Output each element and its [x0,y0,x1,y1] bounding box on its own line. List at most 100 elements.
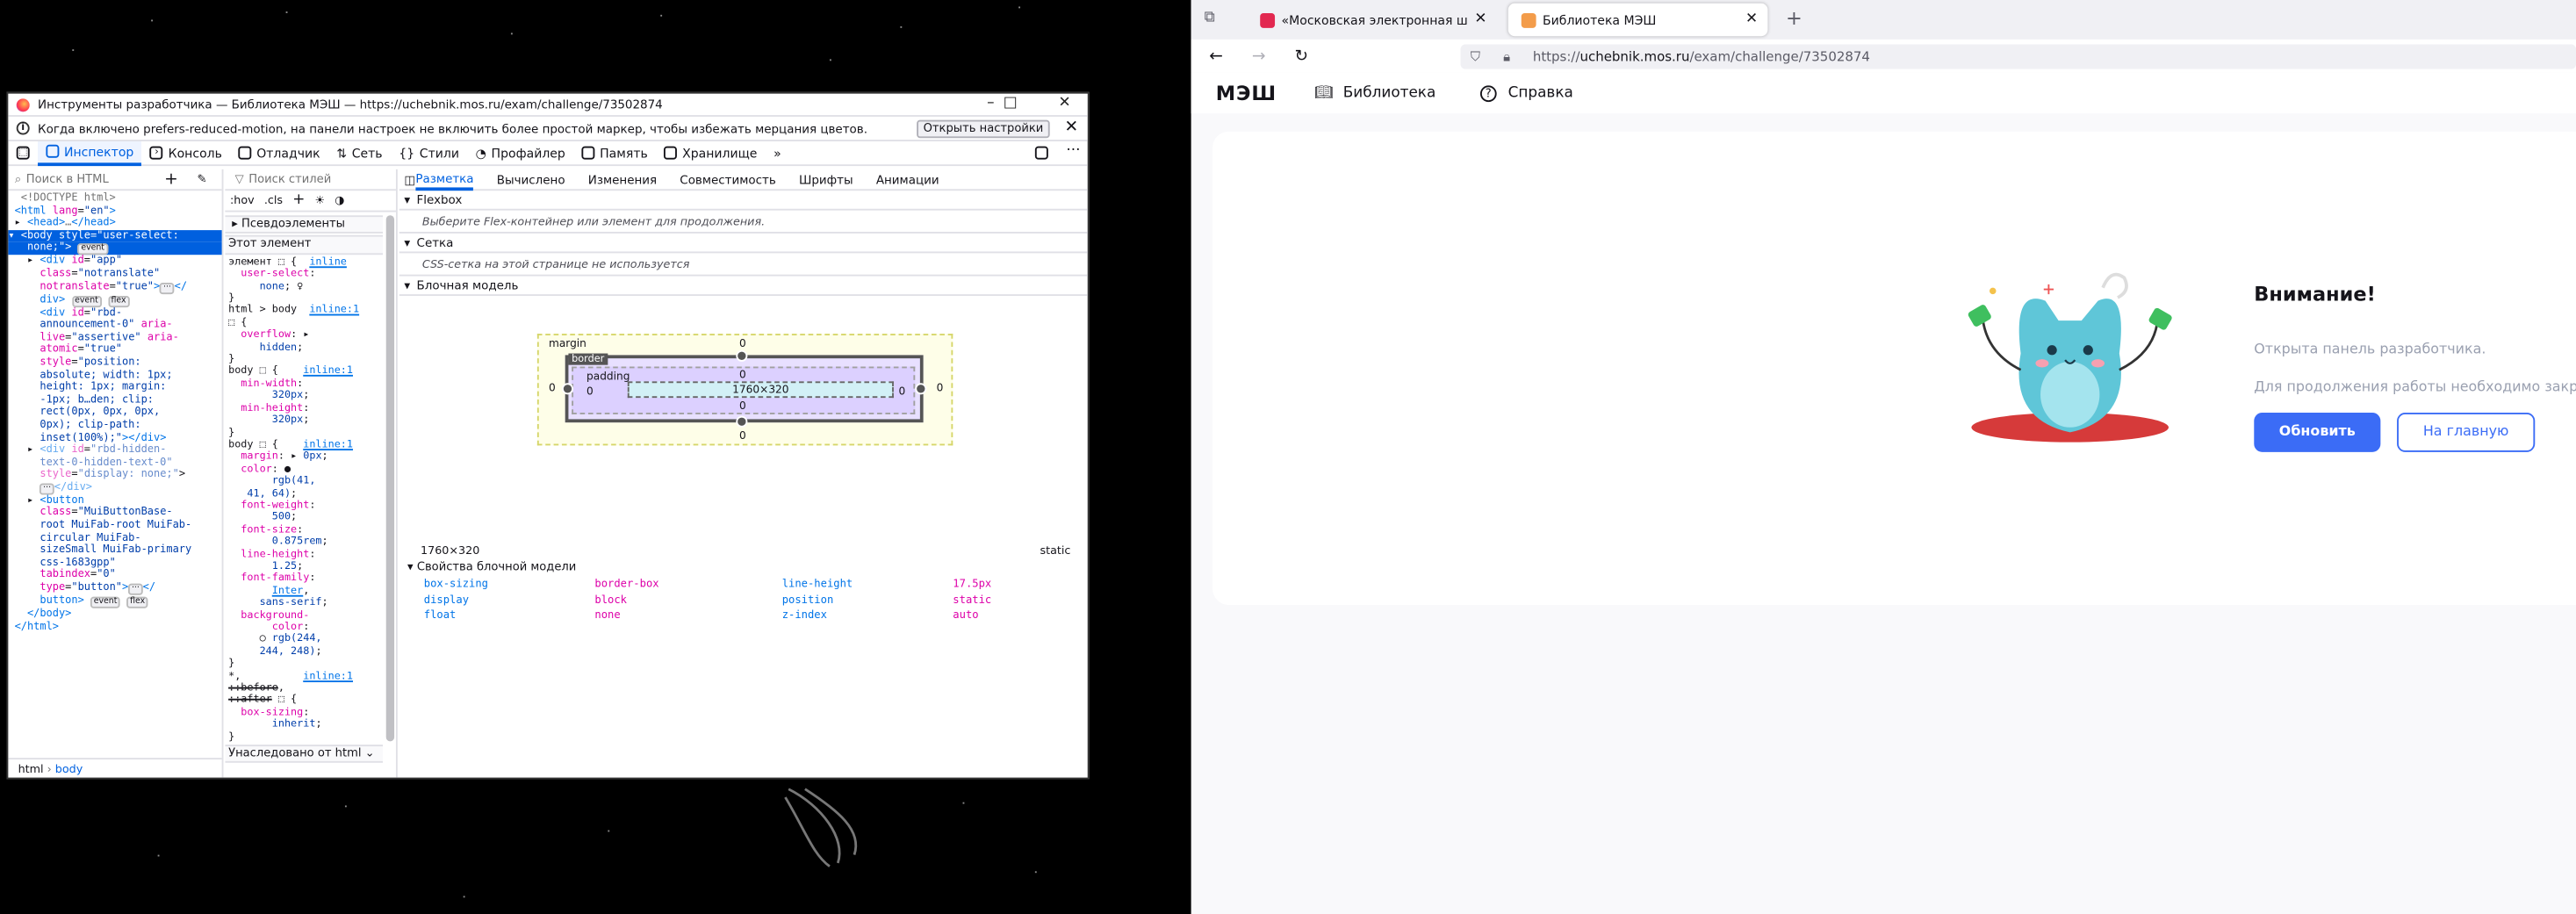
margin-bottom-value[interactable]: 0 [739,429,746,443]
browser-tab-label: Библиотека МЭШ [1543,12,1657,27]
light-mode-icon[interactable]: ☀ [315,194,325,207]
open-settings-button[interactable]: Открыть настройки [917,119,1050,139]
padding-top-value[interactable]: 0 [739,368,746,381]
forward-icon[interactable]: → [1252,47,1266,65]
padding-box: padding 0 0 0 0 1760×320 [572,366,916,414]
markup-tree[interactable]: <!DOCTYPE html> <html lang="en"> ▸ <head… [8,191,222,633]
resize-handle-left[interactable] [561,383,574,395]
alert-line-1: Открыта панель разработчика. [2254,342,2486,359]
close-tab-icon[interactable]: ✕ [1474,11,1486,28]
hov-toggle[interactable]: :hov [230,194,255,207]
maximize-icon[interactable]: □ [994,94,1026,115]
devtools-titlebar: Инструменты разработчика — Библиотека МЭ… [8,93,1088,116]
tab-fonts[interactable]: Шрифты [799,172,853,187]
book-icon: 📖︎ [1314,84,1334,102]
home-button[interactable]: На главную [2397,412,2536,452]
more-tabs-icon[interactable]: » [766,140,789,165]
padding-left-value[interactable]: 0 [586,385,594,398]
rules-search-field[interactable]: ▽ Поиск стилей [225,169,396,191]
menu-icon[interactable]: ··· [1066,143,1080,160]
tab-inspector[interactable]: Инспектор [38,140,142,166]
breadcrumb-body[interactable]: body [55,763,83,776]
network-icon: ⇅ [336,145,348,161]
browser-tabstrip: ⧉ «Московская электронная ш ✕ Библиотека… [1191,0,2576,40]
cls-toggle[interactable]: .cls [264,194,283,207]
margin-top-value[interactable]: 0 [739,337,746,350]
margin-right-value[interactable]: 0 [937,381,944,394]
html-search-placeholder: Поиск в HTML [25,172,109,186]
tab-styles[interactable]: {} Стили [391,140,467,165]
html-panel: ⌕ Поиск в HTML + ✎ <!DOCTYPE html> <html… [8,169,224,778]
browser-tab-mesh[interactable]: «Московская электронная ш ✕ [1247,4,1496,36]
dock-icon[interactable] [1034,146,1048,160]
boxmodel-properties: box-sizing border-box line-height 17.5px di… [424,577,991,623]
padding-bottom-value[interactable]: 0 [739,399,746,413]
tab-debugger[interactable]: Отладчик [230,140,328,165]
dark-mode-icon[interactable]: ◑ [335,194,344,207]
close-tab-icon[interactable]: ✕ [1745,11,1758,28]
tab-layout[interactable]: Разметка [415,169,474,191]
site-logo[interactable]: МЭШ [1216,82,1277,104]
content-box[interactable]: 1760×320 [627,381,894,399]
resize-handle-top[interactable] [736,349,748,362]
flexbox-header[interactable]: ▾ Flexbox [399,191,1088,211]
reload-icon[interactable]: ↻ [1295,47,1309,65]
rules-scrollbar[interactable] [385,215,395,742]
tab-changes[interactable]: Изменения [588,172,657,187]
notification-bar: i Когда включено prefers-reduced-motion,… [8,115,1088,140]
close-notice-icon[interactable]: ✕ [1065,119,1079,138]
prop-row: float none z-index auto [423,608,979,622]
boxmodel-header[interactable]: ▾ Блочная модель [399,277,1088,297]
html-search-field[interactable]: ⌕ Поиск в HTML + ✎ [8,169,222,191]
padding-right-value[interactable]: 0 [899,385,906,398]
tab-compatibility[interactable]: Совместимость [680,172,775,187]
eyedropper-icon[interactable]: ✎ [198,173,207,186]
add-node-icon[interactable]: + [164,170,178,189]
add-rule-icon[interactable]: + [292,192,305,209]
refresh-button[interactable]: Обновить [2254,412,2381,452]
tab-storage[interactable]: Хранилище [656,140,766,165]
devtools-title: Инструменты разработчика — Библиотека МЭ… [38,97,663,112]
element-position: static [1040,543,1071,558]
tab-console[interactable]: › Консоль [142,140,231,165]
tab-network[interactable]: ⇅ Сеть [328,140,391,165]
toggle-sidebar-icon[interactable]: ◫ [404,172,415,187]
tab-profiler[interactable]: ◔ Профайлер [467,140,573,165]
browser-window: ⧉ «Московская электронная ш ✕ Библиотека… [1191,0,2576,914]
url-bar[interactable]: ⛉ 🔒︎ https://uchebnik.mos.ru/exam/challe… [1460,44,2576,69]
tab-animations[interactable]: Анимации [876,172,939,187]
boxmodel-props-header[interactable]: ▾ Свойства блочной модели [407,560,576,573]
grid-header[interactable]: ▾ Сетка [399,234,1088,254]
resize-handle-right[interactable] [915,383,927,395]
content-card [1212,131,2576,606]
rules-list[interactable]: ▸ Псевдоэлементы Этот элемент элемент ⬚ { … [225,212,383,778]
alert-line-2: Для продолжения работы необходимо закрыт… [2254,379,2576,397]
border-label: border [568,353,608,365]
tab-overview-icon[interactable]: ⧉ [1205,10,1215,26]
browser-tab-library[interactable]: Библиотека МЭШ ✕ [1507,3,1768,37]
tab-computed[interactable]: Вычислено [497,172,565,187]
pick-element-icon[interactable]: ⬚ [8,140,38,165]
search-icon: ⌕ [14,171,22,185]
profiler-icon: ◔ [475,145,486,161]
margin-left-value[interactable]: 0 [549,381,556,394]
close-icon[interactable]: ✕ [1048,94,1081,115]
breadcrumb-html[interactable]: html [18,763,44,776]
lock-icon: 🔒︎ [1503,48,1511,64]
filter-icon: ▽ [234,172,244,186]
nav-library[interactable]: Библиотека [1343,84,1436,101]
breadcrumb: html › body [8,758,222,777]
nav-help[interactable]: Справка [1508,84,1573,101]
firefox-icon [16,97,30,112]
layout-tabs: ◫ Разметка Вычислено Изменения Совместим… [399,169,1088,191]
mesh-favicon [1260,12,1276,27]
this-element-header: Этот элемент [225,235,383,255]
prop-row: display block position static [423,592,992,606]
pseudo-elements-toggle[interactable]: Псевдоэлементы [241,217,345,230]
url-path: /exam/challenge/73502874 [1689,49,1870,65]
tab-memory[interactable]: Память [573,140,656,165]
new-tab-icon[interactable]: + [1786,6,1802,29]
resize-handle-bottom[interactable] [736,415,748,428]
wallpaper-comet [784,788,858,867]
back-icon[interactable]: ← [1209,47,1223,65]
